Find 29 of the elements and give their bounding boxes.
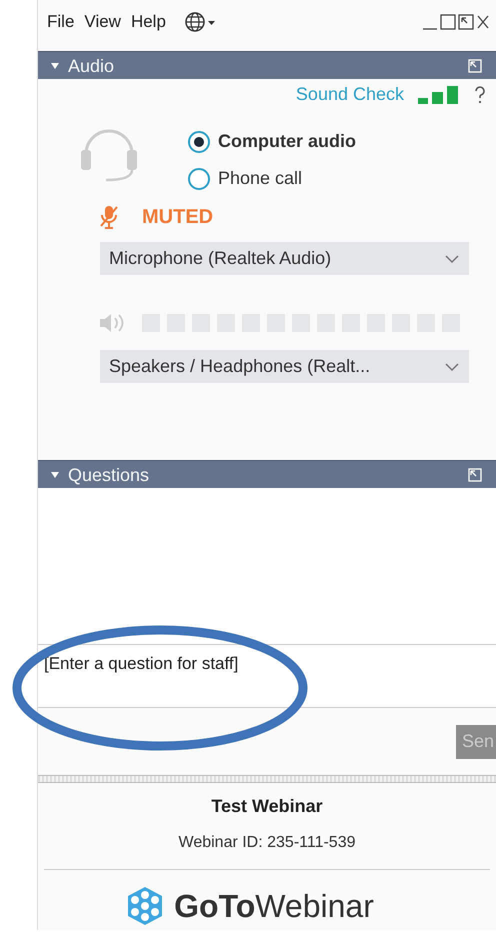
webinar-id: Webinar ID: 235-111-539 [178, 833, 356, 853]
panel-title: Audio [68, 56, 114, 75]
triangle-down-icon[interactable] [50, 470, 60, 480]
popout-icon[interactable] [468, 468, 482, 482]
menu-item[interactable]: Help [130, 9, 166, 35]
muted-status: MUTED [142, 205, 214, 230]
microphone-dropdown[interactable]: Microphone (Realtek Audio) [100, 242, 469, 276]
radio-button[interactable] [188, 168, 210, 190]
speaker-icon [98, 312, 126, 334]
chevron-down-icon [444, 254, 460, 264]
help-icon[interactable] [474, 86, 486, 104]
menu-item[interactable]: View [84, 9, 121, 35]
panel-header[interactable]: Audio [38, 51, 496, 80]
signal-bars-icon [418, 84, 460, 105]
muted-microphone-icon[interactable] [98, 204, 120, 230]
question-input-field[interactable]: [Enter a question for staff] [38, 645, 496, 708]
triangle-down-icon[interactable] [50, 60, 60, 71]
menu-item[interactable]: File [47, 9, 74, 35]
globe-caret-icon[interactable] [184, 11, 218, 34]
chevron-down-icon [444, 362, 460, 372]
radio-button[interactable] [188, 130, 210, 153]
radio-label[interactable]: Computer audio [218, 128, 356, 156]
popout-icon[interactable] [468, 58, 482, 73]
webinar-title: Test Webinar [211, 795, 323, 818]
logo-wordmark: GoToWebinar [174, 887, 374, 926]
radio-label[interactable]: Phone call [218, 165, 302, 192]
speaker-dropdown[interactable]: Speakers / Headphones (Realt... [100, 350, 469, 384]
panel-header[interactable]: Questions [38, 460, 496, 488]
panel-title: Questions [68, 466, 150, 484]
